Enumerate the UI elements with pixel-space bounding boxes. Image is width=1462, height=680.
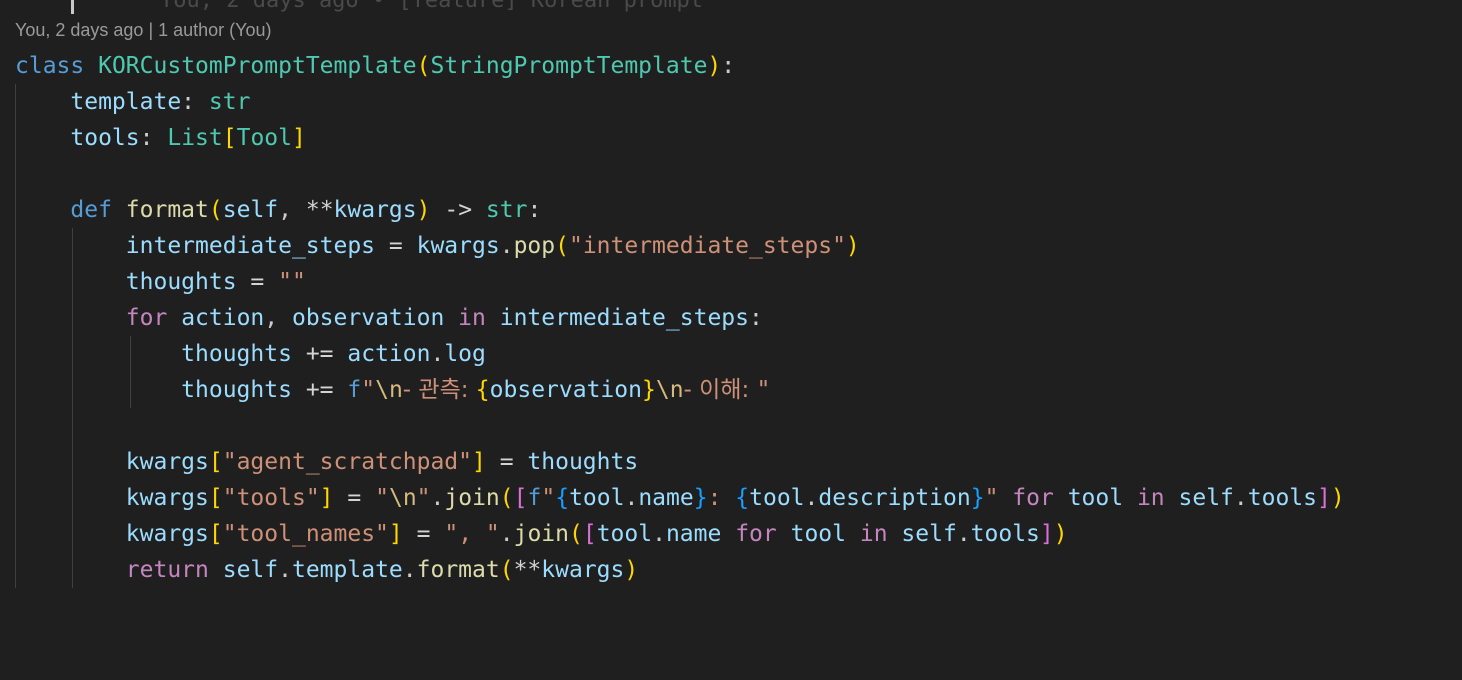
code-line: kwargs["tool_names"] = ", ".join([tool.n… [125, 521, 1068, 547]
blame-codelens[interactable]: You, 2 days ago | 1 author (You) [15, 20, 272, 41]
code-line: intermediate_steps = kwargs.pop("interme… [125, 233, 860, 259]
code-line: thoughts += f"\n- 관측: {observation}\n- 이… [181, 377, 771, 403]
code-line: class KORCustomPromptTemplate(StringProm… [15, 53, 736, 79]
code-line: template: str [70, 89, 251, 115]
code-line: kwargs["tools"] = "\n".join([f"{tool.nam… [125, 485, 1345, 511]
code-line: return self.template.format(**kwargs) [125, 557, 639, 583]
code-line: thoughts = "" [125, 269, 306, 295]
code-editor[interactable]: class KORCustomPromptTemplate(StringProm… [15, 48, 1345, 588]
code-line: kwargs["agent_scratchpad"] = thoughts [125, 449, 639, 475]
code-line: def format(self, **kwargs) -> str: [70, 197, 542, 223]
code-line: tools: List[Tool] [70, 125, 306, 151]
code-line: thoughts += action.log [181, 341, 486, 367]
blame-gutter-marker [71, 0, 74, 14]
inline-blame-annotation: You, 2 days ago • [feature] Korean promp… [160, 0, 704, 13]
code-line: for action, observation in intermediate_… [125, 305, 763, 331]
